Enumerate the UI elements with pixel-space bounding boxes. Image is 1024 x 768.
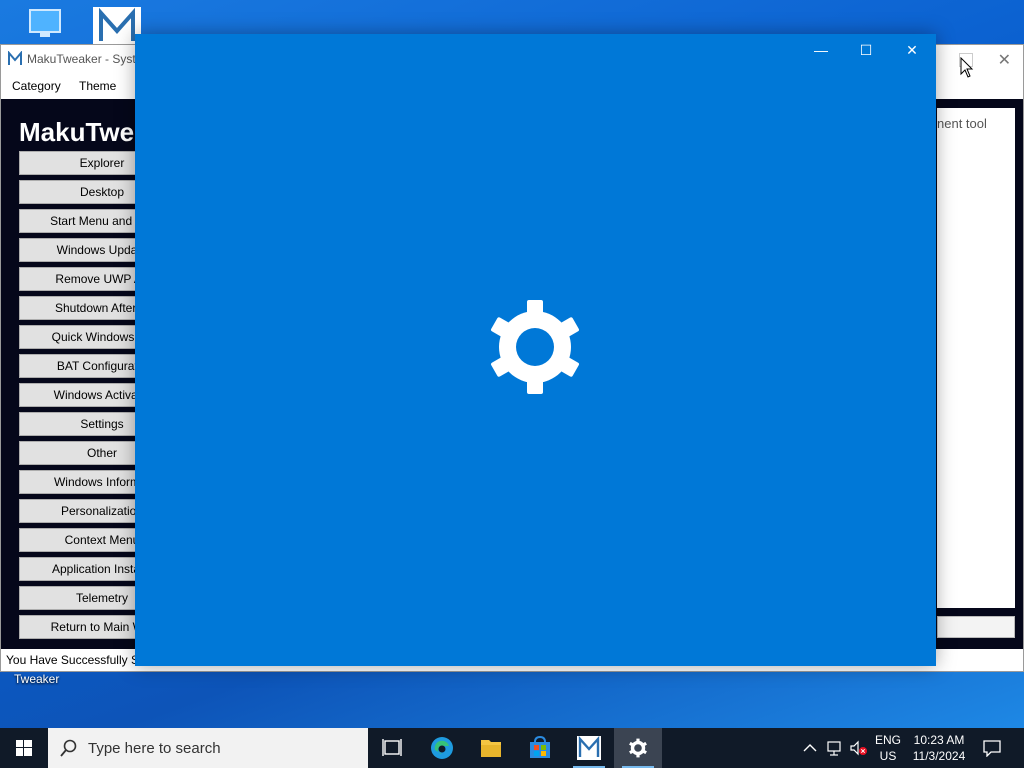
app-logo-icon xyxy=(8,51,22,65)
gear-icon xyxy=(629,738,647,758)
folder-icon xyxy=(481,740,501,757)
splash-maximize-button[interactable]: ☐ xyxy=(851,40,881,60)
notification-icon[interactable] xyxy=(982,739,1002,757)
makutweaker-logo-icon xyxy=(577,735,601,760)
right-bottom-field xyxy=(937,616,1015,638)
file-explorer-taskbar-button[interactable] xyxy=(467,728,515,768)
app-close-button[interactable]: ✕ xyxy=(998,50,1011,70)
description-panel xyxy=(937,108,1015,608)
settings-taskbar-button[interactable] xyxy=(614,728,662,768)
desktop-icon-label: Tweaker xyxy=(14,672,60,686)
store-icon xyxy=(530,735,550,758)
edge-icon xyxy=(431,737,453,759)
app-title: MakuTweaker - Syste xyxy=(27,52,143,66)
mouse-cursor-icon xyxy=(960,57,974,78)
taskbar-search-box[interactable]: Type here to search xyxy=(48,728,368,768)
windows-logo-icon xyxy=(16,740,32,756)
network-icon[interactable] xyxy=(826,740,844,756)
start-button[interactable] xyxy=(0,728,48,768)
this-pc-desktop-icon[interactable] xyxy=(28,8,64,40)
task-view-button[interactable] xyxy=(368,728,416,768)
description-text: nent tool xyxy=(937,116,987,131)
taskbar: Type here to search ENG US 10:23 AM 11/3… xyxy=(0,728,1024,768)
makutweaker-taskbar-button[interactable] xyxy=(565,728,613,768)
gear-icon xyxy=(491,300,579,394)
menu-category[interactable]: Category xyxy=(12,79,61,93)
settings-splash-window: — ☐ ✕ xyxy=(135,34,936,666)
makutweaker-logo-icon xyxy=(99,7,135,41)
chevron-up-icon[interactable] xyxy=(803,742,817,754)
search-icon xyxy=(60,739,77,757)
status-text: You Have Successfully Sta xyxy=(6,653,149,667)
language-bottom: US xyxy=(879,749,897,763)
edge-taskbar-button[interactable] xyxy=(418,728,466,768)
volume-muted-icon[interactable] xyxy=(849,740,869,756)
menu-theme[interactable]: Theme xyxy=(79,79,116,93)
language-top: ENG xyxy=(874,733,901,747)
splash-close-button[interactable]: ✕ xyxy=(897,40,927,60)
task-view-icon xyxy=(382,739,402,756)
clock[interactable]: 10:23 AM 11/3/2024 xyxy=(906,733,972,763)
app-heading: MakuTwe xyxy=(19,117,135,147)
clock-date: 11/3/2024 xyxy=(912,749,966,763)
splash-minimize-button[interactable]: — xyxy=(806,40,836,60)
monitor-icon xyxy=(29,9,61,37)
language-indicator[interactable]: ENG US xyxy=(873,733,903,763)
store-taskbar-button[interactable] xyxy=(516,728,564,768)
makutweaker-desktop-icon[interactable] xyxy=(93,7,141,47)
clock-time: 10:23 AM xyxy=(913,733,965,747)
search-placeholder: Type here to search xyxy=(88,740,221,757)
